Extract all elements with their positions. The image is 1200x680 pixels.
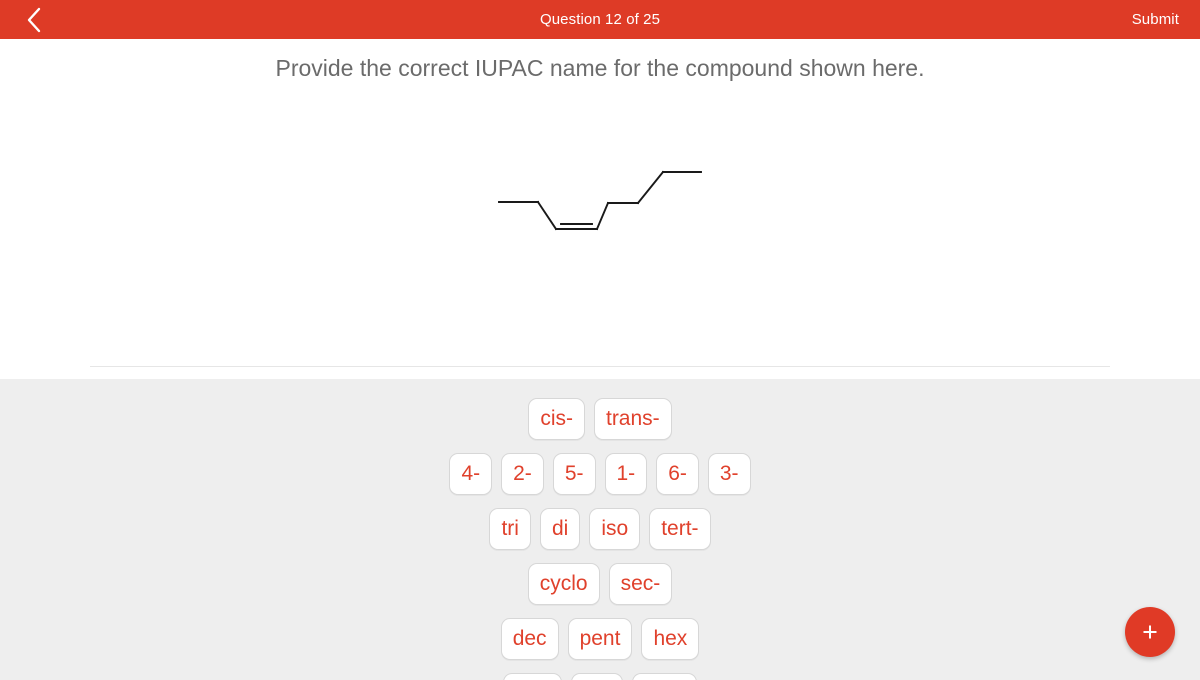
answer-tile-cyclo[interactable]: cyclo bbox=[527, 563, 600, 605]
back-button[interactable] bbox=[14, 0, 54, 39]
content-divider bbox=[90, 366, 1110, 367]
bond-single bbox=[636, 170, 665, 205]
molecule-structure bbox=[0, 110, 1200, 310]
answer-tile-cis[interactable]: cis- bbox=[528, 398, 585, 440]
skeletal-formula-svg bbox=[498, 170, 702, 231]
answer-tile-trans[interactable]: trans- bbox=[593, 398, 672, 440]
answer-tile-hept[interactable]: hept bbox=[632, 673, 697, 680]
answer-tile-3[interactable]: 3- bbox=[707, 453, 751, 495]
tile-row: 4- 2- 5- 1- 6- 3- bbox=[0, 453, 1200, 495]
tile-row: dec pent hex bbox=[0, 618, 1200, 660]
question-counter: Question 12 of 25 bbox=[539, 11, 661, 28]
answer-tile-2[interactable]: 2- bbox=[501, 453, 544, 495]
answer-tile-4[interactable]: 4- bbox=[449, 453, 493, 495]
answer-tile-hex[interactable]: hex bbox=[641, 618, 700, 660]
answer-tile-6[interactable]: 6- bbox=[656, 453, 699, 495]
answer-tile-dec[interactable]: dec bbox=[500, 618, 559, 660]
answer-tile-oct[interactable]: oct bbox=[571, 673, 624, 680]
answer-tile-tri[interactable]: tri bbox=[489, 508, 531, 550]
question-prompt: Provide the correct IUPAC name for the c… bbox=[275, 55, 925, 81]
tile-row: cyclo sec- bbox=[0, 563, 1200, 605]
tile-row: tri di iso tert- bbox=[0, 508, 1200, 550]
bond-single bbox=[536, 200, 558, 231]
answer-tile-di[interactable]: di bbox=[539, 508, 581, 550]
tile-row: non oct hept bbox=[0, 673, 1200, 680]
app-header: Question 12 of 25 Submit bbox=[0, 0, 1200, 39]
answer-tile-pent[interactable]: pent bbox=[567, 618, 633, 660]
answer-tile-5[interactable]: 5- bbox=[552, 453, 596, 495]
answer-tile-non[interactable]: non bbox=[503, 673, 563, 680]
tile-row: cis-trans- bbox=[0, 398, 1200, 440]
answer-tile-iso[interactable]: iso bbox=[589, 508, 641, 550]
answer-tile-tert[interactable]: tert- bbox=[649, 508, 711, 550]
add-button[interactable] bbox=[1125, 607, 1175, 657]
plus-icon bbox=[1141, 623, 1159, 641]
chevron-left-icon bbox=[26, 7, 42, 33]
tile-rows-container: cis-trans- 4- 2- 5- 1- 6- 3- tri di iso tert-cyclo… bbox=[0, 398, 1200, 680]
answer-tile-1[interactable]: 1- bbox=[604, 453, 648, 495]
bond-single bbox=[595, 201, 610, 231]
question-screen: Question 12 of 25 Submit Provide the cor… bbox=[0, 0, 1200, 680]
submit-button[interactable]: Submit bbox=[1132, 0, 1179, 39]
answer-tile-sec[interactable]: sec- bbox=[608, 563, 673, 605]
answer-tile-tray: cis-trans- 4- 2- 5- 1- 6- 3- tri di iso tert-cyclo… bbox=[0, 379, 1200, 680]
